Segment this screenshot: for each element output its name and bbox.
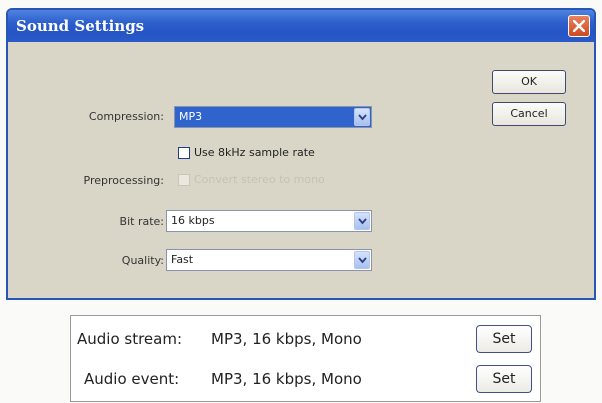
- quality-dropdown-button[interactable]: [354, 251, 370, 269]
- chevron-down-icon: [358, 218, 367, 225]
- title-bar[interactable]: Sound Settings: [8, 10, 594, 42]
- quality-label: Quality:: [121, 254, 164, 267]
- audio-stream-label: Audio stream:: [77, 330, 183, 348]
- ok-button[interactable]: OK: [492, 70, 566, 94]
- close-icon: [573, 20, 585, 32]
- bit-rate-label: Bit rate:: [119, 215, 164, 228]
- screenshot-stage: Sound Settings OK Cancel Compression: MP…: [0, 0, 602, 403]
- audio-event-set-button[interactable]: Set: [476, 365, 532, 393]
- preprocessing-label: Preprocessing:: [83, 174, 164, 187]
- chevron-down-icon: [358, 114, 367, 121]
- compression-value: MP3: [179, 110, 203, 123]
- use-8khz-checkbox-row[interactable]: Use 8kHz sample rate: [178, 146, 358, 162]
- bit-rate-value: 16 kbps: [171, 214, 215, 227]
- compression-dropdown-button[interactable]: [354, 108, 370, 126]
- audio-stream-value: MP3, 16 kbps, Mono: [211, 330, 362, 348]
- quality-value: Fast: [171, 253, 194, 266]
- audio-summary-panel: Audio stream: MP3, 16 kbps, Mono Set Aud…: [70, 315, 541, 402]
- dialog-client-area: OK Cancel Compression: MP3 Use 8kHz samp…: [8, 42, 594, 298]
- cancel-button[interactable]: Cancel: [492, 102, 566, 126]
- quality-select[interactable]: Fast: [166, 249, 372, 271]
- compression-select[interactable]: MP3: [174, 106, 372, 128]
- use-8khz-checkbox[interactable]: [178, 147, 190, 159]
- audio-stream-set-button[interactable]: Set: [476, 325, 532, 353]
- use-8khz-label: Use 8kHz sample rate: [194, 146, 315, 159]
- audio-event-label: Audio event:: [84, 370, 180, 388]
- convert-stereo-checkbox: [178, 174, 190, 186]
- bit-rate-select[interactable]: 16 kbps: [166, 210, 372, 232]
- compression-label: Compression:: [88, 110, 164, 123]
- bit-rate-dropdown-button[interactable]: [354, 212, 370, 230]
- chevron-down-icon: [358, 257, 367, 264]
- dialog-title: Sound Settings: [16, 17, 145, 35]
- audio-event-value: MP3, 16 kbps, Mono: [211, 370, 362, 388]
- convert-stereo-checkbox-row: Convert stereo to mono: [178, 173, 368, 189]
- close-button[interactable]: [568, 15, 590, 37]
- convert-stereo-label: Convert stereo to mono: [194, 173, 325, 186]
- sound-settings-dialog: Sound Settings OK Cancel Compression: MP…: [6, 8, 596, 300]
